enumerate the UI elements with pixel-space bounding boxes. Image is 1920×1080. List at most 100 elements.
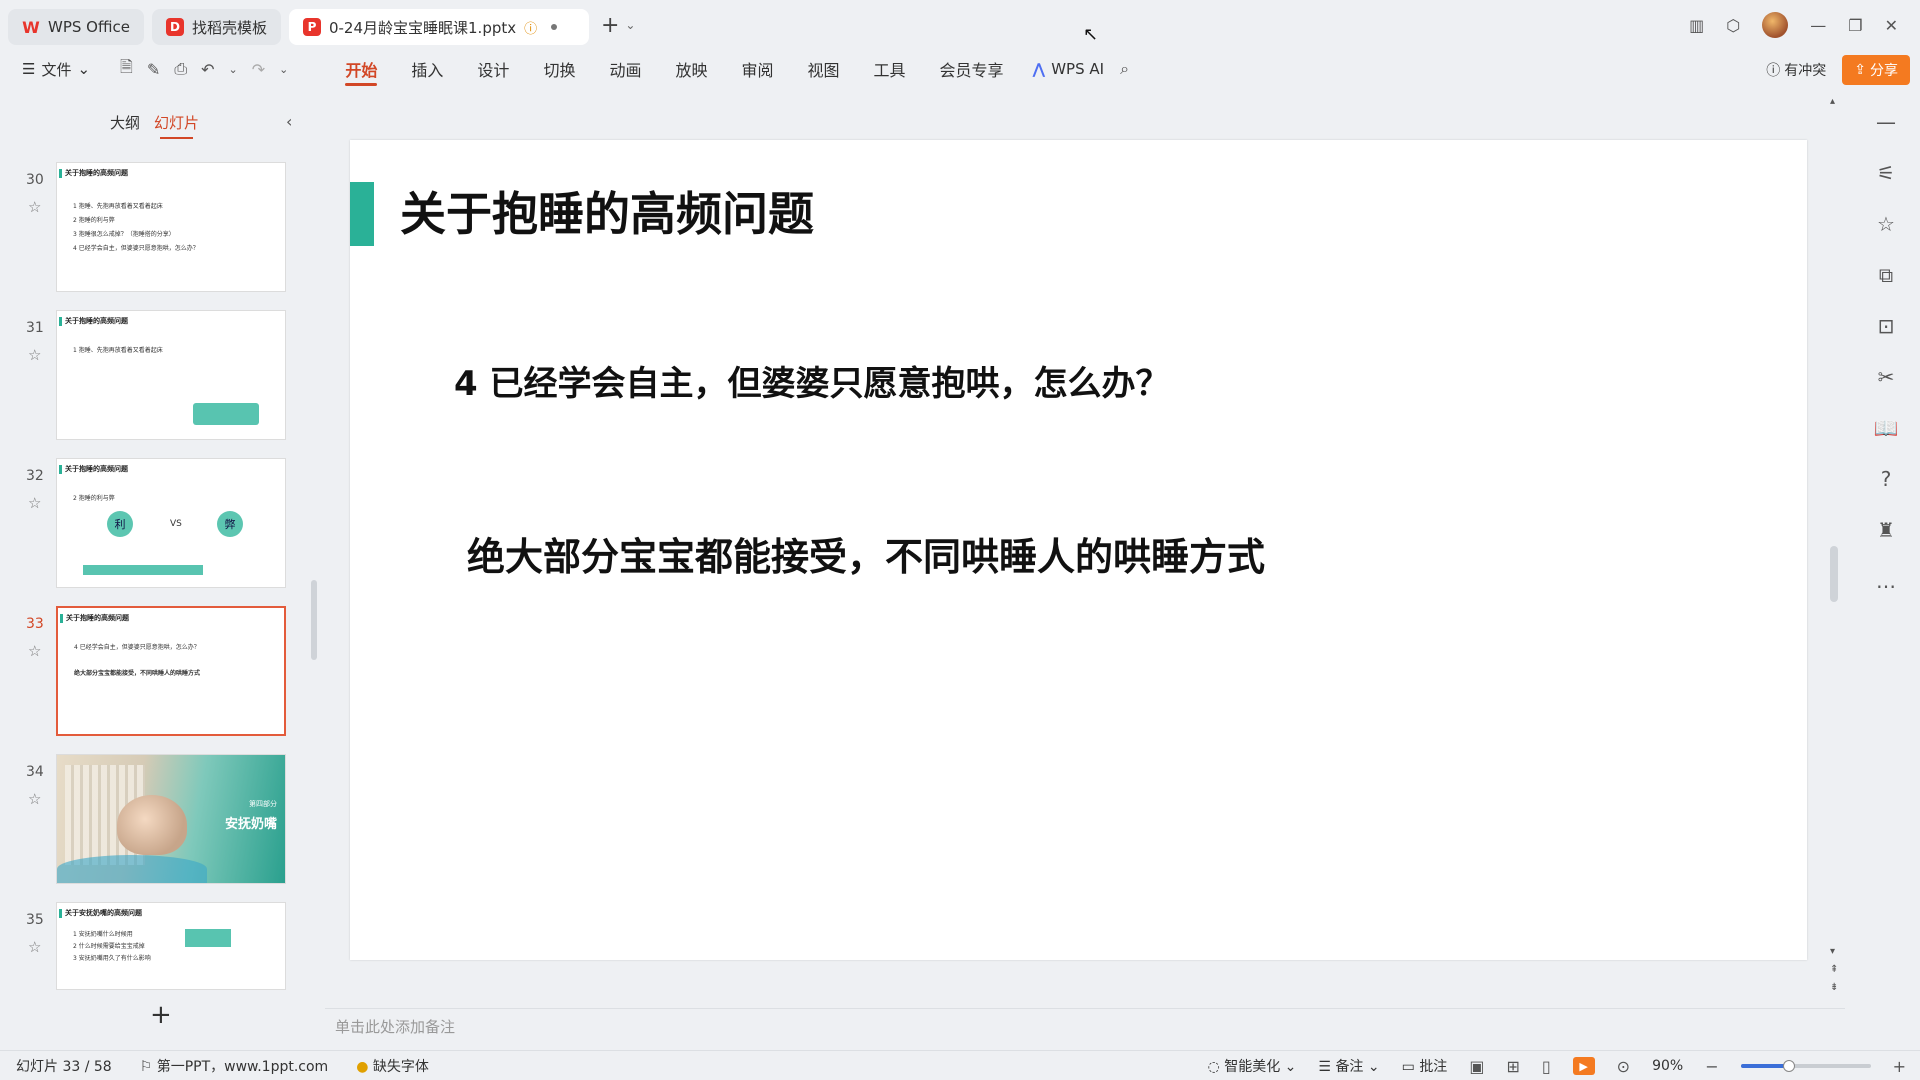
save-icon[interactable]: 🗎 bbox=[120, 56, 133, 83]
slide-thumbnail[interactable]: 关于安抚奶嘴的高频问题 1 安抚奶嘴什么时候用 2 什么时候需要给宝宝戒掉 3 … bbox=[56, 902, 286, 990]
ribbon-tab-transitions[interactable]: 切换 bbox=[526, 50, 592, 88]
slide-thumbnail[interactable]: 关于抱睡的高频问题 2 抱睡的利与弊 利 VS 弊 bbox=[56, 458, 286, 588]
fit-window-icon[interactable]: ⊙ bbox=[1617, 1057, 1630, 1076]
slide-answer[interactable]: 绝大部分宝宝都能接受，不同哄睡人的哄睡方式 bbox=[467, 526, 1265, 581]
chevron-down-icon[interactable]: ⌄ bbox=[229, 63, 238, 76]
avatar[interactable] bbox=[1762, 12, 1789, 38]
ribbon-tab-slideshow[interactable]: 放映 bbox=[658, 50, 724, 88]
ribbon-tab-member[interactable]: 会员专享 bbox=[923, 50, 1021, 88]
unsaved-dot-icon[interactable] bbox=[551, 24, 558, 30]
chevron-down-icon[interactable]: ⌄ bbox=[625, 18, 635, 32]
thumbnail-row-30[interactable]: 30 ☆ 关于抱睡的高频问题 1 抱睡、先抱再放看着又看着起床 2 抱睡的利与弊… bbox=[0, 162, 300, 292]
prev-slide-icon[interactable]: ⇞ bbox=[1830, 964, 1838, 975]
ribbon-tab-home[interactable]: 开始 bbox=[328, 50, 394, 88]
search-icon[interactable]: ⌕ bbox=[1120, 59, 1129, 79]
star-icon[interactable]: ☆ bbox=[28, 346, 41, 364]
file-menu-button[interactable]: ☰ 文件 ⌄ bbox=[22, 59, 90, 80]
star-icon[interactable]: ☆ bbox=[28, 938, 41, 956]
undo-icon[interactable]: ↶ bbox=[201, 60, 214, 79]
shirt-icon[interactable]: ♜ bbox=[1872, 516, 1900, 544]
thumbnail-row-31[interactable]: 31 ☆ 关于抱睡的高频问题 1 抱睡、先抱再放看着又看着起床 bbox=[0, 310, 300, 440]
tab-wps-office[interactable]: W WPS Office bbox=[8, 9, 144, 45]
title-bar: W WPS Office D 找稻壳模板 P 0-24月龄宝宝睡眠课1.pptx… bbox=[0, 0, 1920, 50]
new-tab-plus-icon[interactable]: + bbox=[601, 13, 619, 38]
reading-view-icon[interactable]: ▯ bbox=[1542, 1057, 1551, 1076]
thumbnail-row-33[interactable]: 33 ☆ 关于抱睡的高频问题 4 已经学会自主，但婆婆只愿意抱哄，怎么办？ 绝大… bbox=[0, 606, 300, 736]
slide-question[interactable]: 4 已经学会自主，但婆婆只愿意抱哄，怎么办？ bbox=[454, 356, 1170, 405]
beautify-button[interactable]: ◌ 智能美化 ⌄ bbox=[1208, 1056, 1297, 1076]
close-icon[interactable]: ✕ bbox=[1885, 16, 1898, 35]
slide-title[interactable]: 关于抱睡的高频问题 bbox=[400, 178, 814, 244]
ribbon-menu: ☰ 文件 ⌄ 🗎 ✎ ⎙ ↶ ⌄ ↷ ⌄ 开始 插入 设计 切换 动画 放映 审… bbox=[0, 50, 1920, 88]
scroll-thumb[interactable] bbox=[1830, 546, 1838, 602]
wps-ai-button[interactable]: ⋀ WPS AI bbox=[1033, 60, 1105, 78]
layout-icon[interactable]: ▥ bbox=[1689, 16, 1704, 35]
next-slide-icon[interactable]: ⇟ bbox=[1830, 982, 1838, 993]
thumbnail-row-32[interactable]: 32 ☆ 关于抱睡的高频问题 2 抱睡的利与弊 利 VS 弊 bbox=[0, 458, 300, 588]
zoom-slider[interactable] bbox=[1740, 1060, 1871, 1072]
tools-icon[interactable]: ✂ bbox=[1872, 363, 1900, 391]
beautify-icon: ◌ bbox=[1207, 1059, 1225, 1075]
panel-tabs: 大纲 幻灯片 bbox=[110, 112, 199, 139]
collapse-line-icon[interactable]: — bbox=[1872, 108, 1900, 136]
comments-button[interactable]: ▭ 批注 bbox=[1402, 1056, 1448, 1076]
tab-pptx-document[interactable]: P 0-24月龄宝宝睡眠课1.pptx ⓘ bbox=[288, 9, 589, 45]
tab-docer-templates[interactable]: D 找稻壳模板 bbox=[151, 9, 281, 45]
book-icon[interactable]: 📖 bbox=[1872, 414, 1900, 442]
ribbon-tab-insert[interactable]: 插入 bbox=[394, 50, 460, 88]
scroll-up-icon[interactable]: ▴ bbox=[1830, 96, 1835, 107]
format-painter-icon[interactable]: ✎ bbox=[147, 60, 160, 79]
thumbnail-row-35[interactable]: 35 ☆ 关于安抚奶嘴的高频问题 1 安抚奶嘴什么时候用 2 什么时候需要给宝宝… bbox=[0, 902, 300, 992]
slide-scrollbar[interactable]: ▴ ▾ ⇞ ⇟ bbox=[1830, 96, 1840, 1006]
zoom-slider-knob[interactable] bbox=[1782, 1060, 1795, 1072]
star-icon[interactable]: ☆ bbox=[28, 494, 41, 512]
slide-thumbnail-selected[interactable]: 关于抱睡的高频问题 4 已经学会自主，但婆婆只愿意抱哄，怎么办？ 绝大部分宝宝都… bbox=[56, 606, 286, 736]
ribbon-tab-view[interactable]: 视图 bbox=[791, 50, 857, 88]
star-icon[interactable]: ☆ bbox=[28, 642, 41, 660]
grid-view-icon[interactable]: ⊞ bbox=[1506, 1057, 1519, 1076]
play-slideshow-button[interactable]: ▶ bbox=[1572, 1057, 1595, 1075]
help-icon[interactable]: ? bbox=[1872, 465, 1900, 493]
more-icon[interactable]: … bbox=[1872, 567, 1900, 595]
zoom-out-icon[interactable]: − bbox=[1705, 1057, 1718, 1076]
copy-icon[interactable]: ⧉ bbox=[1872, 261, 1900, 289]
notes-label: 备注 bbox=[1335, 1059, 1364, 1075]
collapse-panel-icon[interactable]: ‹ bbox=[286, 112, 292, 131]
zoom-value[interactable]: 90% bbox=[1652, 1058, 1683, 1074]
add-slide-plus-icon[interactable]: + bbox=[150, 1000, 172, 1030]
print-preview-icon[interactable]: ⎙ bbox=[174, 59, 187, 79]
ribbon-tab-review[interactable]: 审阅 bbox=[724, 50, 790, 88]
cube-icon[interactable]: ⬡ bbox=[1726, 16, 1740, 35]
redo-icon[interactable]: ↷ bbox=[252, 60, 265, 79]
ribbon-tab-animations[interactable]: 动画 bbox=[592, 50, 658, 88]
star-icon[interactable]: ☆ bbox=[28, 198, 41, 216]
normal-view-icon[interactable]: ▣ bbox=[1469, 1057, 1484, 1076]
share-button[interactable]: ⇪ 分享 bbox=[1842, 55, 1910, 85]
slide-thumbnail[interactable]: 关于抱睡的高频问题 1 抱睡、先抱再放看着又看着起床 bbox=[56, 310, 286, 440]
ribbon-tab-design[interactable]: 设计 bbox=[460, 50, 526, 88]
minimize-icon[interactable]: — bbox=[1810, 16, 1826, 35]
star-icon[interactable]: ☆ bbox=[1872, 210, 1900, 238]
ribbon-tab-tools[interactable]: 工具 bbox=[857, 50, 923, 88]
panel-scrollbar[interactable] bbox=[311, 580, 317, 660]
conflict-label: 有冲突 bbox=[1784, 63, 1827, 79]
missing-font-button[interactable]: ● 缺失字体 bbox=[356, 1056, 429, 1076]
tab-slides[interactable]: 幻灯片 bbox=[154, 112, 199, 139]
notes-input[interactable]: 单击此处添加备注 bbox=[335, 1016, 455, 1037]
warning-icon[interactable]: ⓘ bbox=[524, 18, 537, 37]
star-icon[interactable]: ☆ bbox=[28, 790, 41, 808]
properties-sliders-icon[interactable]: ⚟ bbox=[1872, 159, 1900, 187]
conflict-button[interactable]: ⓘ 有冲突 bbox=[1766, 60, 1826, 80]
slide-thumbnail[interactable]: 第四部分 安抚奶嘴 bbox=[56, 754, 286, 884]
slide-thumbnail[interactable]: 关于抱睡的高频问题 1 抱睡、先抱再放看着又看着起床 2 抱睡的利与弊 3 抱睡… bbox=[56, 162, 286, 292]
restore-icon[interactable]: ❐ bbox=[1848, 16, 1862, 35]
notes-toggle-button[interactable]: ☰ 备注 ⌄ bbox=[1318, 1056, 1379, 1076]
image-edit-icon[interactable]: ⊡ bbox=[1872, 312, 1900, 340]
template-info[interactable]: ⚐ 第一PPT，www.1ppt.com bbox=[140, 1056, 329, 1076]
slide-canvas[interactable]: 关于抱睡的高频问题 4 已经学会自主，但婆婆只愿意抱哄，怎么办？ 绝大部分宝宝都… bbox=[350, 140, 1807, 960]
thumbnail-row-34[interactable]: 34 ☆ 第四部分 安抚奶嘴 bbox=[0, 754, 300, 884]
more-chevron-icon[interactable]: ⌄ bbox=[279, 63, 288, 76]
tab-outline[interactable]: 大纲 bbox=[110, 112, 140, 133]
scroll-down-icon[interactable]: ▾ bbox=[1830, 946, 1835, 957]
zoom-in-icon[interactable]: + bbox=[1893, 1057, 1906, 1076]
